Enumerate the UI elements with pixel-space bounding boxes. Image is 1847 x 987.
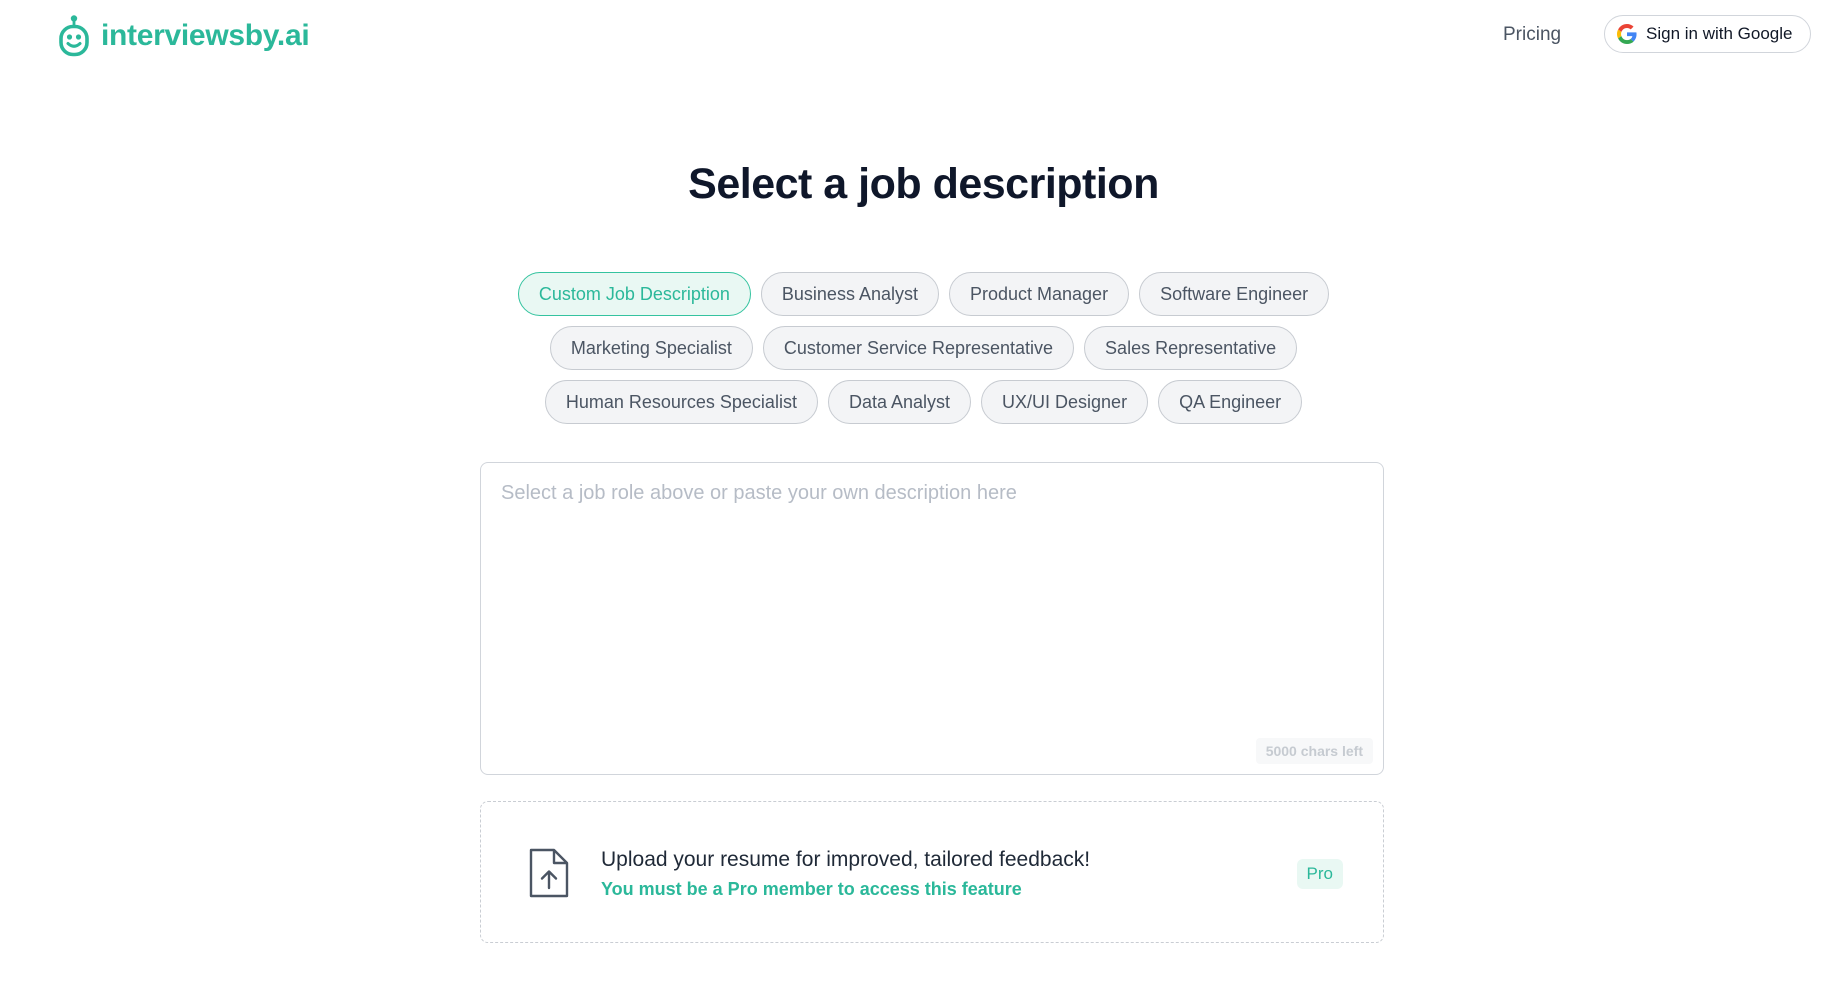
chip-marketing-specialist[interactable]: Marketing Specialist [549, 326, 753, 370]
chip-data-analyst[interactable]: Data Analyst [827, 380, 972, 424]
pro-requirement-note: You must be a Pro member to access this … [601, 879, 1022, 899]
brand-name: interviewsby.ai [101, 18, 310, 52]
job-description-box: 5000 chars left [480, 462, 1384, 775]
chip-business-analyst[interactable]: Business Analyst [760, 272, 939, 316]
job-description-textarea[interactable] [481, 463, 1383, 774]
pricing-link[interactable]: Pricing [1503, 24, 1561, 46]
chip-software-engineer[interactable]: Software Engineer [1139, 272, 1330, 316]
chip-ux-ui-designer[interactable]: UX/UI Designer [981, 380, 1149, 424]
chip-row: Marketing Specialist Customer Service Re… [0, 326, 1847, 370]
chars-left-counter: 5000 chars left [1255, 738, 1373, 764]
page-title: Select a job description [688, 160, 1159, 208]
chip-sales-representative[interactable]: Sales Representative [1084, 326, 1298, 370]
chip-row: Custom Job Description Business Analyst … [0, 272, 1847, 316]
chip-product-manager[interactable]: Product Manager [948, 272, 1130, 316]
sign-in-with-google-button[interactable]: Sign in with Google [1604, 15, 1811, 53]
resume-upload-area[interactable]: Upload your resume for improved, tailore… [480, 801, 1384, 943]
sign-in-label: Sign in with Google [1646, 24, 1793, 43]
top-navbar: interviewsby.ai Pricing Sign in with Goo… [0, 0, 1847, 72]
chip-human-resources-specialist[interactable]: Human Resources Specialist [544, 380, 818, 424]
pro-badge: Pro [1296, 859, 1343, 889]
file-upload-icon [529, 848, 569, 898]
chip-customer-service-representative[interactable]: Customer Service Representative [762, 326, 1075, 370]
brand-logo-link[interactable]: interviewsby.ai [57, 14, 310, 57]
google-icon [1617, 24, 1637, 44]
job-role-chips: Custom Job Description Business Analyst … [0, 272, 1847, 434]
upload-title: Upload your resume for improved, tailore… [601, 848, 1091, 871]
robot-logo-icon [59, 15, 89, 57]
chip-qa-engineer[interactable]: QA Engineer [1158, 380, 1303, 424]
chip-row: Human Resources Specialist Data Analyst … [0, 380, 1847, 424]
chip-custom-job-description[interactable]: Custom Job Description [517, 272, 751, 316]
